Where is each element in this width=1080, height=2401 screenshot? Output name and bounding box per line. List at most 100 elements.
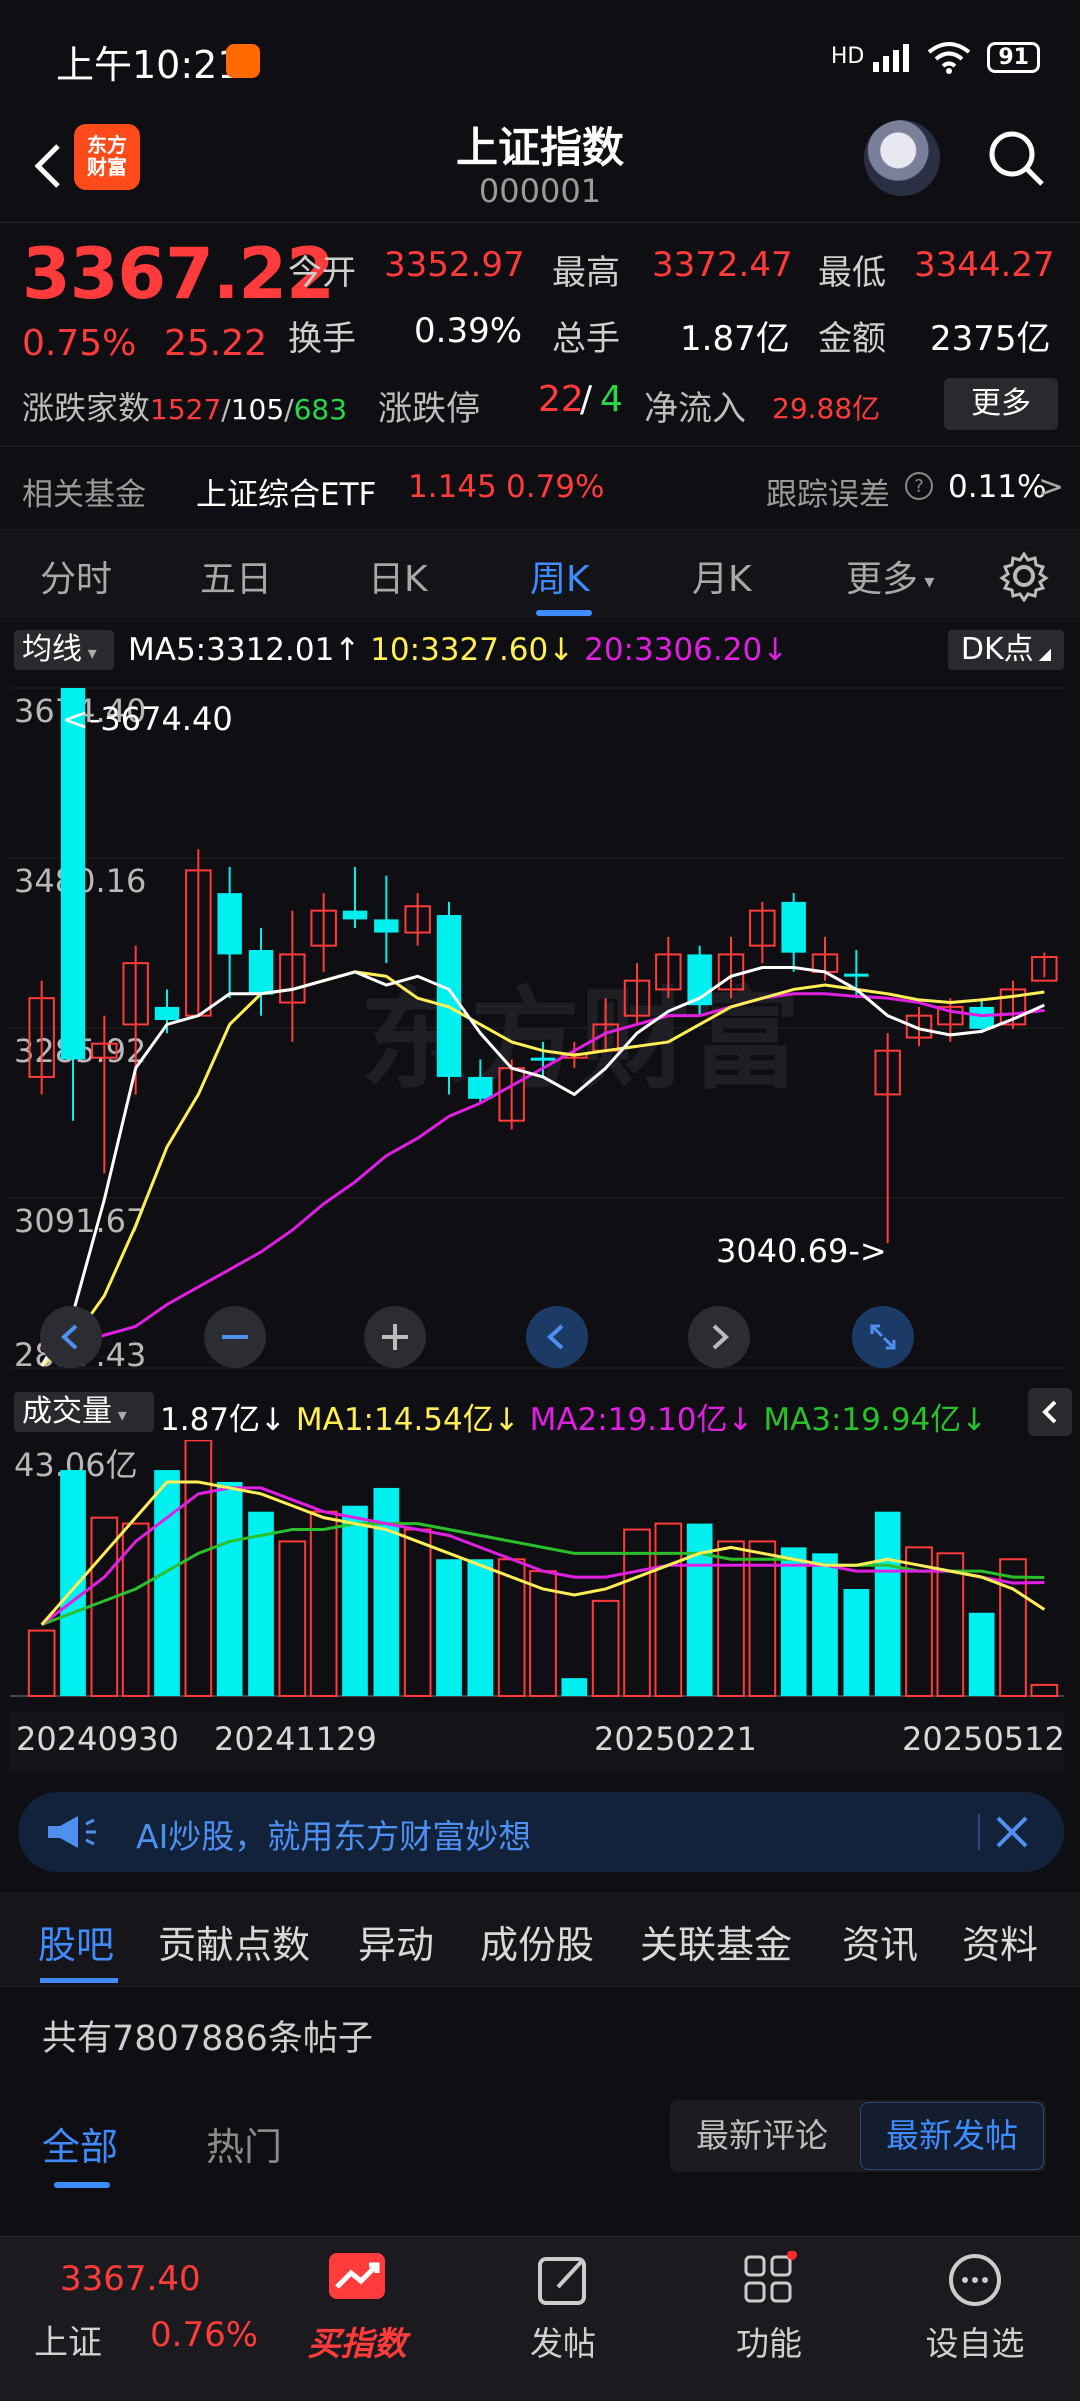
search-icon[interactable]	[984, 126, 1048, 190]
volume-bar	[968, 1612, 995, 1696]
collapse-button[interactable]	[1028, 1388, 1072, 1436]
arrow-down-icon: ↓	[727, 1402, 754, 1438]
edit-icon	[538, 2257, 586, 2305]
tab-guba[interactable]: 股吧	[38, 1914, 114, 1969]
arrow-down-icon: ↓	[961, 1402, 988, 1438]
volume-indicator-selector[interactable]: 成交量 ▾	[14, 1392, 154, 1432]
tab-daily-k[interactable]: 日K	[368, 550, 428, 602]
buy-index-button[interactable]: 买指数	[282, 2251, 432, 2365]
volume-bar	[248, 1511, 274, 1696]
post-filter-row: 全部 热门 最新评论 最新发帖	[0, 2100, 1080, 2188]
period-tabs: 分时 五日 日K 周K 月K 更多 ▾	[0, 530, 1080, 622]
limit-down: 4	[600, 379, 623, 420]
indicator-selector[interactable]: 均线 ▾	[14, 630, 114, 670]
related-fund-row[interactable]: 相关基金 上证综合ETF 1.145 0.79% 跟踪误差 ? 0.11% >	[0, 446, 1080, 530]
robot-avatar-icon[interactable]	[864, 120, 940, 196]
watchlist-button[interactable]: 设自选	[900, 2251, 1050, 2365]
tab-five-day[interactable]: 五日	[200, 550, 272, 602]
adv-down: 683	[293, 393, 348, 426]
dk-label: DK点	[960, 632, 1034, 667]
filter-all[interactable]: 全部	[42, 2116, 118, 2171]
open-label: 今开	[288, 253, 356, 293]
y-tick-label: 3091.67	[14, 1202, 146, 1240]
tracking-error-label: 跟踪误差	[766, 477, 890, 513]
volume-value: 1.87亿	[680, 319, 790, 359]
tab-profile[interactable]: 资料	[962, 1914, 1038, 1969]
candle-body	[374, 919, 399, 933]
netflow-label: 净流入	[644, 389, 746, 429]
ticker-price[interactable]: 3367.40	[60, 2259, 201, 2299]
ticker-name[interactable]: 上证	[34, 2315, 102, 2364]
zoom-out-button[interactable]	[204, 1306, 266, 1368]
function-button[interactable]: 功能	[694, 2251, 844, 2365]
post-count: 共有7807886条帖子	[42, 2019, 373, 2059]
dk-point-button[interactable]: DK点 ◢	[948, 630, 1064, 670]
ma5-value: MA5:3312.01	[128, 632, 335, 668]
volume-bar	[278, 1540, 307, 1697]
advance-decline-row: 涨跌家数1527/105/683 涨跌停 22 / 4 净流入 29.88亿	[22, 379, 881, 429]
help-icon[interactable]: ?	[904, 471, 934, 509]
tab-related-funds[interactable]: 关联基金	[640, 1914, 792, 1969]
sort-latest-post[interactable]: 最新发帖	[860, 2102, 1044, 2170]
date-tick: 20250512	[902, 1720, 1065, 1758]
tab-constituents[interactable]: 成份股	[480, 1914, 594, 1969]
tracking-error-value: 0.11%	[948, 469, 1047, 505]
fund-price: 1.145	[408, 469, 497, 505]
open-value: 3352.97	[384, 245, 525, 285]
svg-text:?: ?	[914, 476, 924, 497]
more-button[interactable]: 更多	[944, 378, 1058, 430]
arrow-up-icon: ↑	[334, 632, 361, 668]
next-button[interactable]	[688, 1306, 750, 1368]
indicator-label: 均线	[22, 632, 82, 667]
volume-bar	[936, 1552, 965, 1698]
fullscreen-button[interactable]	[852, 1306, 914, 1368]
battery-icon: 91	[987, 41, 1040, 73]
sort-latest-comment[interactable]: 最新评论	[670, 2100, 854, 2172]
megaphone-icon	[48, 1816, 96, 1848]
status-bar: 上午10:21 HD 91	[0, 0, 1080, 110]
tab-weekly-k[interactable]: 周K	[530, 550, 590, 602]
post-button[interactable]: 发帖	[488, 2251, 638, 2365]
filter-hot[interactable]: 热门	[206, 2116, 282, 2171]
buy-index-label: 买指数	[307, 2324, 407, 2363]
ma20-value: 20:3306.20	[584, 632, 763, 668]
tab-news[interactable]: 资讯	[842, 1914, 918, 1969]
date-tick: 20240930	[16, 1720, 179, 1758]
scroll-left-button[interactable]	[40, 1306, 102, 1368]
ma-values: MA5:3312.01↑ 10:3327.60↓ 20:3306.20↓	[128, 632, 788, 668]
prev-button[interactable]	[526, 1306, 588, 1368]
amount-label: 金额	[818, 319, 886, 359]
tab-movers[interactable]: 异动	[358, 1914, 434, 1969]
volume-bar	[216, 1481, 243, 1696]
ma10-value: 10:3327.60	[370, 632, 549, 668]
fund-label: 相关基金	[22, 477, 146, 513]
ai-banner[interactable]: AI炒股，就用东方财富妙想	[18, 1792, 1064, 1872]
volume-bar	[812, 1553, 838, 1696]
arrow-down-icon: ↓	[493, 1402, 520, 1438]
tab-intraday[interactable]: 分时	[40, 550, 112, 602]
watchlist-label: 设自选	[925, 2324, 1025, 2363]
caret-down-icon: ▾	[918, 569, 935, 593]
tab-more[interactable]: 更多 ▾	[846, 550, 934, 602]
active-tab-indicator	[40, 1978, 118, 1983]
volume-indicator-label: 成交量	[22, 1394, 112, 1429]
low-label: 最低	[818, 253, 886, 293]
chevron-right-icon[interactable]: >	[1038, 469, 1064, 505]
kline-chart[interactable]: 东方财富3674.403480.163285.923091.672897.43<…	[10, 678, 1064, 1384]
candle-body	[781, 901, 806, 953]
settings-gear-icon[interactable]	[998, 550, 1050, 602]
volume-bar	[309, 1510, 338, 1698]
volume-bar	[467, 1559, 494, 1696]
tab-contribution[interactable]: 贡献点数	[158, 1914, 310, 1969]
status-icons: HD 91	[831, 40, 1040, 74]
quote-panel: 3367.22 0.75% 25.22 今开 3352.97 最高 3372.4…	[0, 222, 1080, 443]
volume-bar	[184, 1440, 213, 1698]
ticker-percent[interactable]: 0.76%	[150, 2315, 258, 2355]
status-time: 上午10:21	[56, 43, 242, 87]
zoom-in-button[interactable]	[364, 1306, 426, 1368]
amount-value: 2375亿	[930, 319, 1051, 359]
fund-percent: 0.79%	[506, 469, 605, 505]
volume-chart[interactable]: 43.06亿	[10, 1440, 1064, 1712]
tab-monthly-k[interactable]: 月K	[692, 550, 752, 602]
close-icon[interactable]	[990, 1810, 1034, 1854]
